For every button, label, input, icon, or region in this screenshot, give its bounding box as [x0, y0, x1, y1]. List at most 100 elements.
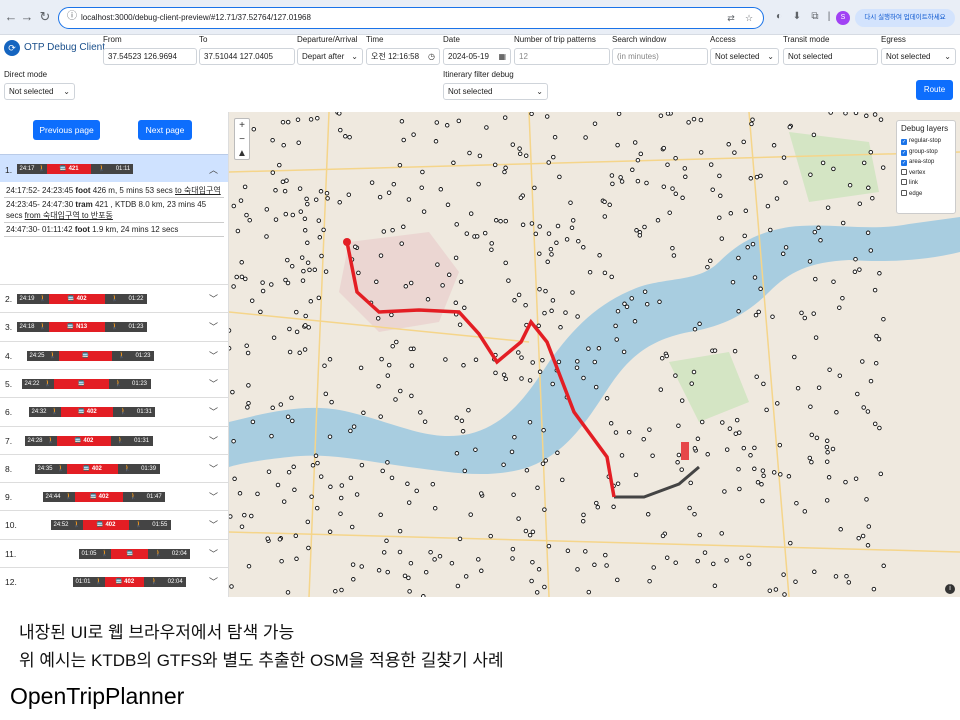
stop-marker[interactable]: [781, 572, 786, 577]
stop-marker[interactable]: [855, 391, 860, 397]
stop-marker[interactable]: [764, 407, 769, 413]
stop-marker[interactable]: [732, 150, 737, 155]
stop-marker[interactable]: [294, 329, 300, 335]
stop-marker[interactable]: [381, 229, 387, 234]
stop-marker[interactable]: [838, 527, 843, 532]
stop-marker[interactable]: [754, 174, 760, 180]
stop-marker[interactable]: [844, 573, 849, 579]
stop-marker[interactable]: [809, 432, 815, 438]
stop-marker[interactable]: [540, 461, 546, 466]
update-button[interactable]: 다시 실행하여 업데이트하세요: [855, 9, 955, 27]
stop-marker[interactable]: [665, 112, 671, 116]
stop-marker[interactable]: [603, 552, 608, 558]
stop-marker[interactable]: [300, 278, 306, 283]
stop-marker[interactable]: [596, 346, 602, 351]
stop-marker[interactable]: [808, 404, 813, 409]
stop-marker[interactable]: [302, 347, 308, 352]
stop-marker[interactable]: [618, 175, 623, 180]
stop-marker[interactable]: [802, 509, 808, 514]
stop-marker[interactable]: [454, 451, 460, 456]
stop-marker[interactable]: [466, 407, 471, 413]
stop-marker[interactable]: [443, 357, 448, 362]
stop-marker[interactable]: [347, 134, 352, 140]
stop-marker[interactable]: [580, 518, 586, 524]
stop-marker[interactable]: [583, 135, 588, 140]
stop-marker[interactable]: [246, 383, 251, 388]
stop-marker[interactable]: [385, 460, 390, 465]
stop-marker[interactable]: [608, 421, 614, 426]
stop-marker[interactable]: [718, 193, 723, 199]
stop-marker[interactable]: [773, 587, 779, 592]
stop-marker[interactable]: [719, 236, 725, 241]
stop-marker[interactable]: [289, 395, 294, 401]
stop-marker[interactable]: [501, 462, 506, 467]
stop-marker[interactable]: [281, 142, 286, 148]
stop-marker[interactable]: [655, 218, 661, 223]
stop-marker[interactable]: [767, 588, 773, 593]
stop-marker[interactable]: [587, 269, 593, 275]
stop-marker[interactable]: [231, 284, 236, 289]
stop-marker[interactable]: [780, 251, 786, 257]
stop-marker[interactable]: [291, 464, 296, 470]
stop-marker[interactable]: [251, 126, 257, 132]
stop-marker[interactable]: [555, 223, 561, 229]
stop-marker[interactable]: [812, 229, 818, 235]
stop-marker[interactable]: [511, 492, 516, 497]
stop-marker[interactable]: [283, 211, 289, 217]
next-page-button[interactable]: Next page: [138, 120, 192, 140]
stop-marker[interactable]: [712, 348, 718, 353]
stop-marker[interactable]: [645, 512, 651, 517]
stop-marker[interactable]: [281, 499, 287, 504]
stop-marker[interactable]: [237, 491, 243, 496]
stop-marker[interactable]: [552, 134, 558, 140]
stop-marker[interactable]: [386, 362, 392, 368]
stop-marker[interactable]: [719, 531, 724, 536]
stop-marker[interactable]: [401, 137, 406, 143]
stop-marker[interactable]: [327, 434, 333, 439]
stop-marker[interactable]: [741, 445, 747, 451]
stop-marker[interactable]: [864, 497, 869, 502]
stop-marker[interactable]: [294, 309, 299, 315]
stop-marker[interactable]: [616, 112, 622, 116]
stop-marker[interactable]: [881, 563, 886, 569]
stop-marker[interactable]: [468, 512, 473, 517]
stop-marker[interactable]: [546, 160, 551, 165]
chevron-down-icon[interactable]: ﹀: [209, 575, 218, 588]
stop-marker[interactable]: [761, 473, 766, 479]
stop-marker[interactable]: [686, 120, 691, 125]
stop-marker[interactable]: [727, 426, 733, 431]
stop-marker[interactable]: [632, 319, 638, 324]
stop-marker[interactable]: [277, 537, 283, 542]
stop-marker[interactable]: [614, 337, 619, 342]
stop-marker[interactable]: [880, 165, 886, 170]
stop-marker[interactable]: [673, 560, 678, 565]
itinerary-item[interactable]: 11. 01:05 🚶 🚍 🚶 02:04 ﹀: [0, 538, 228, 567]
stop-marker[interactable]: [635, 178, 641, 184]
stop-marker[interactable]: [683, 174, 688, 180]
stop-marker[interactable]: [293, 533, 299, 539]
stop-marker[interactable]: [285, 590, 291, 595]
stop-marker[interactable]: [537, 369, 543, 375]
stop-marker[interactable]: [271, 335, 277, 340]
stop-marker[interactable]: [688, 480, 693, 486]
stop-marker[interactable]: [564, 237, 570, 242]
itinerary-item[interactable]: 5. 24:22 🚶 🚍 🚶 01:23 ﹀: [0, 368, 228, 397]
stop-marker[interactable]: [671, 253, 677, 258]
stop-marker[interactable]: [687, 505, 692, 511]
stop-marker[interactable]: [661, 184, 667, 189]
stop-marker[interactable]: [298, 209, 304, 214]
stop-marker[interactable]: [529, 578, 534, 584]
stop-marker[interactable]: [604, 396, 610, 401]
stop-marker[interactable]: [664, 353, 669, 359]
stop-marker[interactable]: [837, 305, 842, 310]
stop-marker[interactable]: [445, 202, 451, 208]
stop-marker[interactable]: [322, 363, 327, 368]
stop-marker[interactable]: [312, 267, 318, 273]
stop-marker[interactable]: [535, 485, 540, 491]
stop-marker[interactable]: [679, 467, 684, 472]
stop-marker[interactable]: [378, 253, 384, 258]
layer-toggle[interactable]: edge: [901, 189, 951, 200]
stop-marker[interactable]: [575, 567, 580, 572]
stop-marker[interactable]: [658, 113, 664, 118]
stop-marker[interactable]: [604, 563, 609, 568]
